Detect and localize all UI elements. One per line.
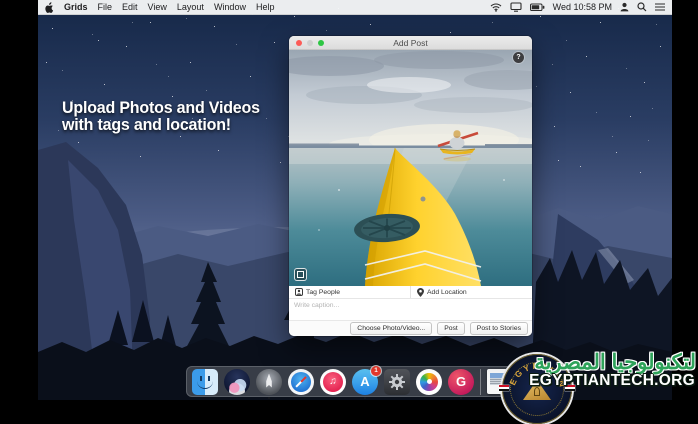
caption-area: [289, 299, 532, 320]
menu-item-window[interactable]: Window: [214, 2, 246, 12]
egypt-flag-icon: [499, 385, 509, 391]
window-button-row: Choose Photo/Video... Post Post to Stori…: [289, 320, 532, 336]
add-location-label: Add Location: [427, 289, 467, 296]
expand-photo-button[interactable]: [294, 268, 307, 281]
caption-input[interactable]: [289, 299, 532, 320]
menu-item-edit[interactable]: Edit: [122, 2, 138, 12]
kayak-photo: [289, 50, 532, 286]
user-account-icon[interactable]: [620, 2, 629, 12]
grids-app-dock-icon[interactable]: G: [448, 369, 474, 395]
add-location-field[interactable]: Add Location: [410, 286, 532, 298]
finder-dock-icon[interactable]: [192, 369, 218, 395]
safari-dock-icon[interactable]: [288, 369, 314, 395]
display-mirroring-icon[interactable]: [510, 2, 522, 12]
window-title-bar[interactable]: Add Post: [289, 36, 532, 50]
help-button[interactable]: ?: [513, 52, 524, 63]
tag-people-label: Tag People: [306, 289, 340, 296]
menu-bar: Grids File Edit View Layout Window Help …: [38, 0, 672, 15]
notification-center-icon[interactable]: [655, 3, 665, 11]
itunes-dock-icon[interactable]: ♫: [320, 369, 346, 395]
menu-item-view[interactable]: View: [148, 2, 167, 12]
post-button[interactable]: Post: [437, 322, 465, 335]
gear-icon: [388, 373, 406, 391]
post-photo-preview: ?: [289, 50, 532, 286]
app-store-dock-icon[interactable]: A 1: [352, 369, 378, 395]
dock-divider: [480, 369, 481, 395]
window-title: Add Post: [289, 38, 532, 48]
spotlight-search-icon[interactable]: [637, 2, 647, 12]
wifi-icon[interactable]: [490, 3, 502, 12]
app-store-letter: A: [360, 374, 369, 389]
hero-line-2: with tags and location!: [62, 117, 260, 134]
post-to-stories-button[interactable]: Post to Stories: [470, 322, 528, 335]
tag-people-icon: [295, 288, 303, 296]
hero-caption: Upload Photos and Videos with tags and l…: [62, 100, 260, 134]
menu-bar-clock[interactable]: Wed 10:58 PM: [553, 2, 612, 12]
add-post-window: Add Post: [289, 36, 532, 336]
launchpad-dock-icon[interactable]: [256, 369, 282, 395]
dock: ♫ A 1 G: [186, 366, 532, 397]
desktop-root: { "menu_bar": { "items": ["Grids", "File…: [0, 0, 698, 400]
choose-photo-video-button[interactable]: Choose Photo/Video...: [350, 322, 432, 335]
battery-icon[interactable]: [530, 3, 545, 12]
apple-menu-icon[interactable]: [45, 2, 54, 13]
post-meta-row: Tag People Add Location: [289, 286, 532, 299]
menu-item-help[interactable]: Help: [256, 2, 275, 12]
photos-dock-icon[interactable]: [416, 369, 442, 395]
grids-letter: G: [456, 374, 466, 389]
watermark-site-text: EGYPTIANTECH.ORG: [529, 372, 695, 390]
menu-item-file[interactable]: File: [98, 2, 113, 12]
tag-people-field[interactable]: Tag People: [289, 286, 410, 298]
hero-line-1: Upload Photos and Videos: [62, 100, 260, 117]
siri-dock-icon[interactable]: [224, 369, 250, 395]
menu-item-app[interactable]: Grids: [64, 2, 88, 12]
location-pin-icon: [417, 288, 424, 297]
app-store-badge: 1: [371, 366, 381, 376]
system-preferences-dock-icon[interactable]: [384, 369, 410, 395]
menu-item-layout[interactable]: Layout: [177, 2, 204, 12]
